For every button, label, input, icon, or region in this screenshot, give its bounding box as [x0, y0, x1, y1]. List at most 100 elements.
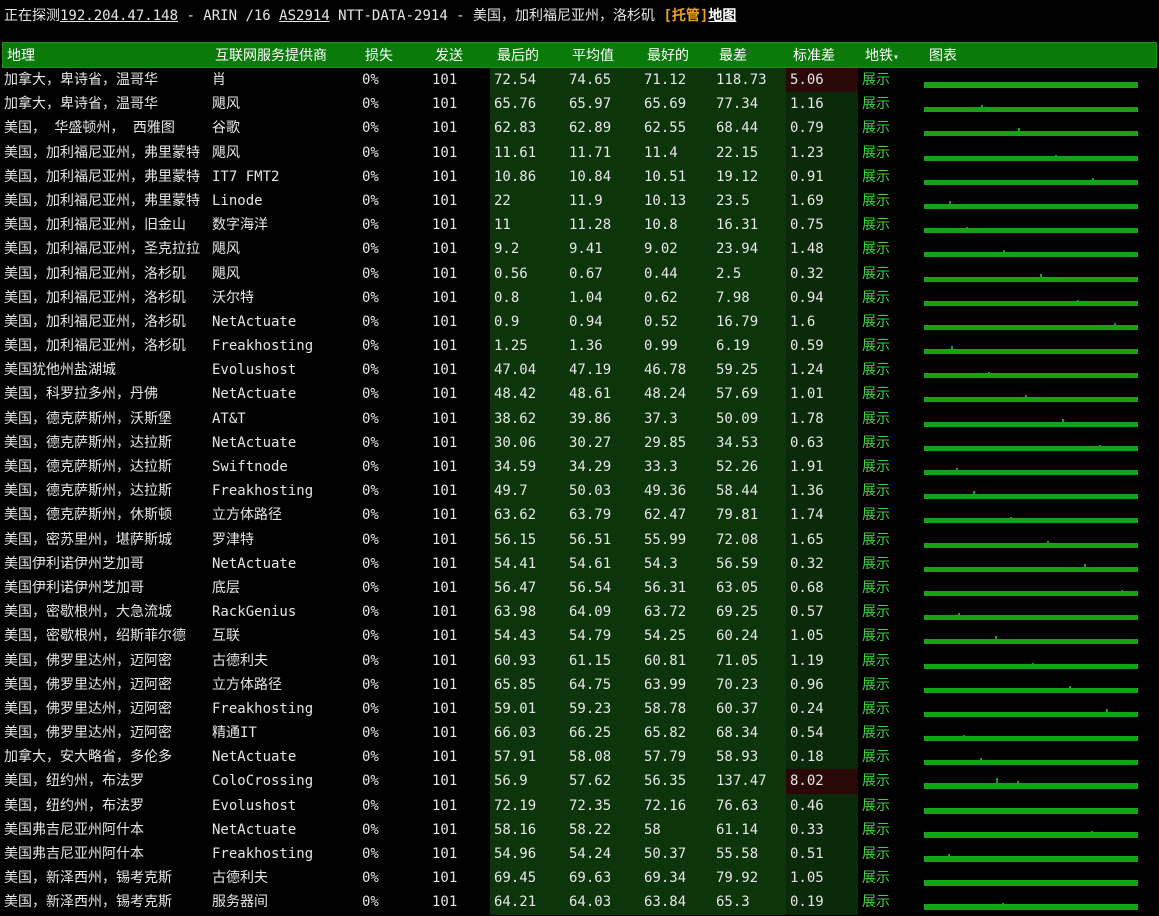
cell-map[interactable]: 展示 [858, 721, 922, 745]
cell-map[interactable]: 展示 [858, 503, 922, 527]
col-loss[interactable]: 损失 [361, 43, 431, 67]
network-location: NTT-DATA-2914 - 美国，加利福尼亚州，洛杉矶 [329, 8, 664, 24]
cell-map[interactable]: 展示 [858, 262, 922, 286]
cell-avg: 54.24 [565, 842, 640, 867]
col-isp[interactable]: 互联网服务提供商 [211, 43, 361, 67]
col-graph[interactable]: 图表 [925, 43, 1151, 67]
cell-map[interactable]: 展示 [858, 842, 922, 866]
cell-map[interactable]: 展示 [858, 382, 922, 406]
cell-map[interactable]: 展示 [858, 769, 922, 793]
cell-loss: 0% [362, 192, 379, 209]
cell-sent: 101 [432, 507, 458, 524]
cell-map[interactable]: 展示 [858, 116, 922, 140]
cell-geo: 美国，德克萨斯州，达拉斯 [4, 434, 172, 451]
cell-worst: 65.3 [712, 890, 786, 915]
cell-avg: 58.22 [565, 817, 640, 842]
cell-std: 0.32 [786, 261, 858, 286]
cell-map[interactable]: 展示 [858, 890, 922, 914]
cell-avg: 61.15 [565, 648, 640, 673]
table-row: 美国，新泽西州，锡考克斯 服务器间 0% 101 64.21 64.03 63.84 65.3… [0, 890, 1159, 915]
cell-geo: 加拿大，卑诗省，温哥华 [4, 72, 158, 88]
asn-link[interactable]: AS2914 [279, 8, 330, 24]
cell-map[interactable]: 展示 [858, 407, 922, 431]
cell-map[interactable]: 展示 [858, 455, 922, 479]
cell-geo: 美国，加利福尼亚州，圣克拉拉 [4, 241, 200, 258]
table-row: 美国，德克萨斯州，达拉斯 Swiftnode 0% 101 34.59 34.29 33.3… [0, 455, 1159, 480]
cell-map[interactable]: 展示 [858, 866, 922, 890]
cell-map[interactable]: 展示 [858, 528, 922, 552]
cell-map[interactable]: 展示 [858, 479, 922, 503]
cell-avg: 10.84 [565, 164, 640, 189]
cell-map[interactable]: 展示 [858, 334, 922, 358]
cell-sent: 101 [432, 289, 458, 306]
latency-sparkline [924, 662, 1138, 669]
cell-worst: 16.79 [712, 309, 786, 335]
col-avg[interactable]: 平均值 [568, 43, 643, 67]
cell-map[interactable]: 展示 [858, 358, 922, 382]
cell-loss: 0% [362, 555, 379, 572]
cell-worst: 60.24 [712, 624, 786, 649]
sparkline-spike [1121, 589, 1123, 591]
table-row: 美国，加利福尼亚州，弗里蒙特 飓风 0% 101 11.61 11.71 11.4 22.15… [0, 140, 1159, 165]
cell-map[interactable]: 展示 [858, 745, 922, 769]
cell-isp: Freakhosting [212, 700, 314, 717]
cell-sent: 101 [432, 459, 458, 475]
map-link[interactable]: 地图 [708, 8, 736, 24]
cell-map[interactable]: 展示 [858, 213, 922, 237]
cell-map[interactable]: 展示 [858, 141, 922, 165]
cell-graph [922, 576, 1148, 600]
cell-map[interactable]: 展示 [858, 600, 922, 624]
cell-sent: 101 [432, 192, 458, 209]
table-row: 美国，加利福尼亚州，弗里蒙特 IT7 FMT2 0% 101 10.86 10.84 10.… [0, 164, 1159, 189]
cell-map[interactable]: 展示 [858, 649, 922, 673]
cell-map[interactable]: 展示 [858, 310, 922, 334]
cell-map[interactable]: 展示 [858, 165, 922, 189]
cell-avg: 56.51 [565, 527, 640, 552]
cell-isp: Freakhosting [212, 338, 314, 355]
cell-last: 63.98 [490, 600, 565, 625]
cell-std: 0.57 [786, 600, 858, 625]
cell-map[interactable]: 展示 [858, 189, 922, 213]
cell-map[interactable]: 展示 [858, 818, 922, 842]
cell-sent: 101 [432, 773, 458, 790]
cell-loss: 0% [362, 217, 379, 234]
cell-map[interactable]: 展示 [858, 794, 922, 818]
cell-map[interactable]: 展示 [858, 673, 922, 697]
cell-geo: 美国，科罗拉多州，丹佛 [4, 386, 158, 403]
cell-map[interactable]: 展示 [858, 624, 922, 648]
cell-loss: 0% [362, 773, 379, 790]
cell-geo: 美国，纽约州，布法罗 [4, 797, 144, 814]
col-last[interactable]: 最后的 [493, 43, 568, 67]
target-ip-link[interactable]: 192.204.47.148 [60, 8, 178, 24]
cell-map[interactable]: 展示 [858, 431, 922, 455]
cell-best: 49.36 [640, 479, 712, 504]
cell-last: 10.86 [490, 164, 565, 189]
cell-sent: 101 [432, 749, 458, 766]
table-row: 美国，加利福尼亚州，洛杉矶 NetActuate 0% 101 0.9 0.94 0.52 1… [0, 309, 1159, 335]
col-best[interactable]: 最好的 [643, 43, 715, 67]
cell-map[interactable]: 展示 [858, 286, 922, 310]
col-worst[interactable]: 最差 [715, 43, 789, 67]
cell-best: 69.34 [640, 866, 712, 891]
probe-results-table: 地理 互联网服务提供商 损失 发送 最后的 平均值 最好的 最差 标准差 地铁▾… [0, 42, 1159, 915]
cell-isp: NetActuate [212, 555, 297, 572]
cell-sent: 101 [432, 797, 458, 814]
cell-worst: 72.08 [712, 527, 786, 552]
col-sent[interactable]: 发送 [431, 43, 493, 67]
cell-map[interactable]: 展示 [858, 576, 922, 600]
col-geo[interactable]: 地理 [3, 43, 211, 67]
cell-map[interactable]: 展示 [858, 697, 922, 721]
col-map[interactable]: 地铁▾ [861, 43, 925, 67]
cell-map[interactable]: 展示 [858, 552, 922, 576]
cell-graph [922, 769, 1148, 793]
cell-graph [922, 794, 1148, 818]
cell-map[interactable]: 展示 [858, 68, 922, 92]
cell-map[interactable]: 展示 [858, 237, 922, 261]
col-std[interactable]: 标准差 [789, 43, 861, 67]
cell-loss: 0% [362, 459, 379, 475]
cell-avg: 72.35 [565, 793, 640, 818]
cell-graph [922, 673, 1148, 697]
cell-sent: 101 [432, 483, 458, 500]
table-row: 美国，加利福尼亚州，旧金山 数字海洋 0% 101 11 11.28 10.8 16.31 0.… [0, 213, 1159, 238]
cell-map[interactable]: 展示 [858, 92, 922, 116]
